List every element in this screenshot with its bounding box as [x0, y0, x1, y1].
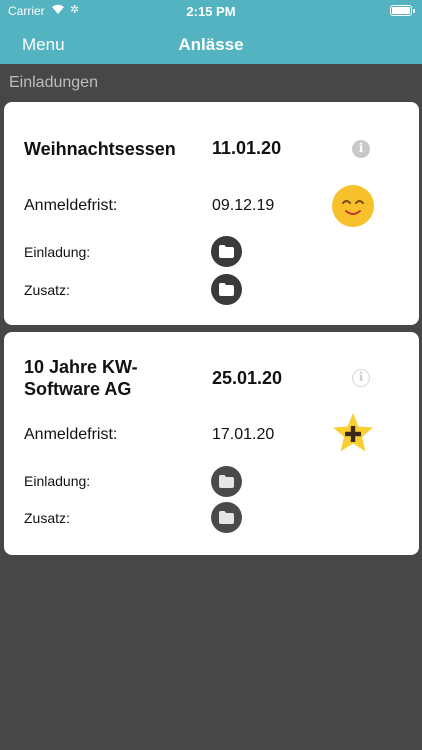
section-header: Einladungen — [9, 74, 98, 91]
page-title: Anlässe — [178, 35, 244, 54]
invitation-label: Einladung: — [24, 473, 91, 489]
status-time: 2:15 PM — [186, 4, 236, 19]
extra-label: Zusatz: — [24, 282, 70, 298]
event-title: 10 Jahre KW- Software AG — [24, 357, 138, 399]
battery-icon — [390, 5, 415, 16]
deadline-value: 09.12.19 — [212, 197, 275, 214]
event-title: Weihnachtsessen — [24, 139, 176, 159]
deadline-label: Anmeldefrist: — [24, 197, 118, 214]
extra-label: Zusatz: — [24, 510, 70, 526]
invitation-label: Einladung: — [24, 244, 91, 260]
event-card[interactable]: 10 Jahre KW- Software AG 25.01.20 i Anme… — [4, 332, 419, 555]
deadline-label: Anmeldefrist: — [24, 426, 118, 443]
navigation-bar: Carrier ✲ 2:15 PM Menu Anlässe — [0, 0, 422, 64]
folder-icon — [219, 475, 234, 488]
folder-icon — [219, 283, 234, 296]
event-card[interactable]: Weihnachtsessen 11.01.20 i Anmeldefrist:… — [4, 102, 419, 325]
folder-icon — [219, 245, 234, 258]
info-icon[interactable]: i — [352, 140, 370, 158]
invitation-folder-button[interactable] — [211, 466, 242, 497]
event-date: 11.01.20 — [212, 138, 282, 158]
event-date: 25.01.20 — [212, 368, 283, 388]
smiley-face-icon — [332, 185, 374, 227]
star-plus-icon — [333, 413, 373, 452]
info-icon[interactable]: i — [352, 369, 370, 387]
folder-icon — [219, 511, 234, 524]
invitation-folder-button[interactable] — [211, 236, 242, 267]
extra-folder-button[interactable] — [211, 274, 242, 305]
status-bar: Carrier ✲ 2:15 PM — [0, 0, 422, 22]
deadline-value: 17.01.20 — [212, 426, 275, 443]
extra-folder-button[interactable] — [211, 502, 242, 533]
